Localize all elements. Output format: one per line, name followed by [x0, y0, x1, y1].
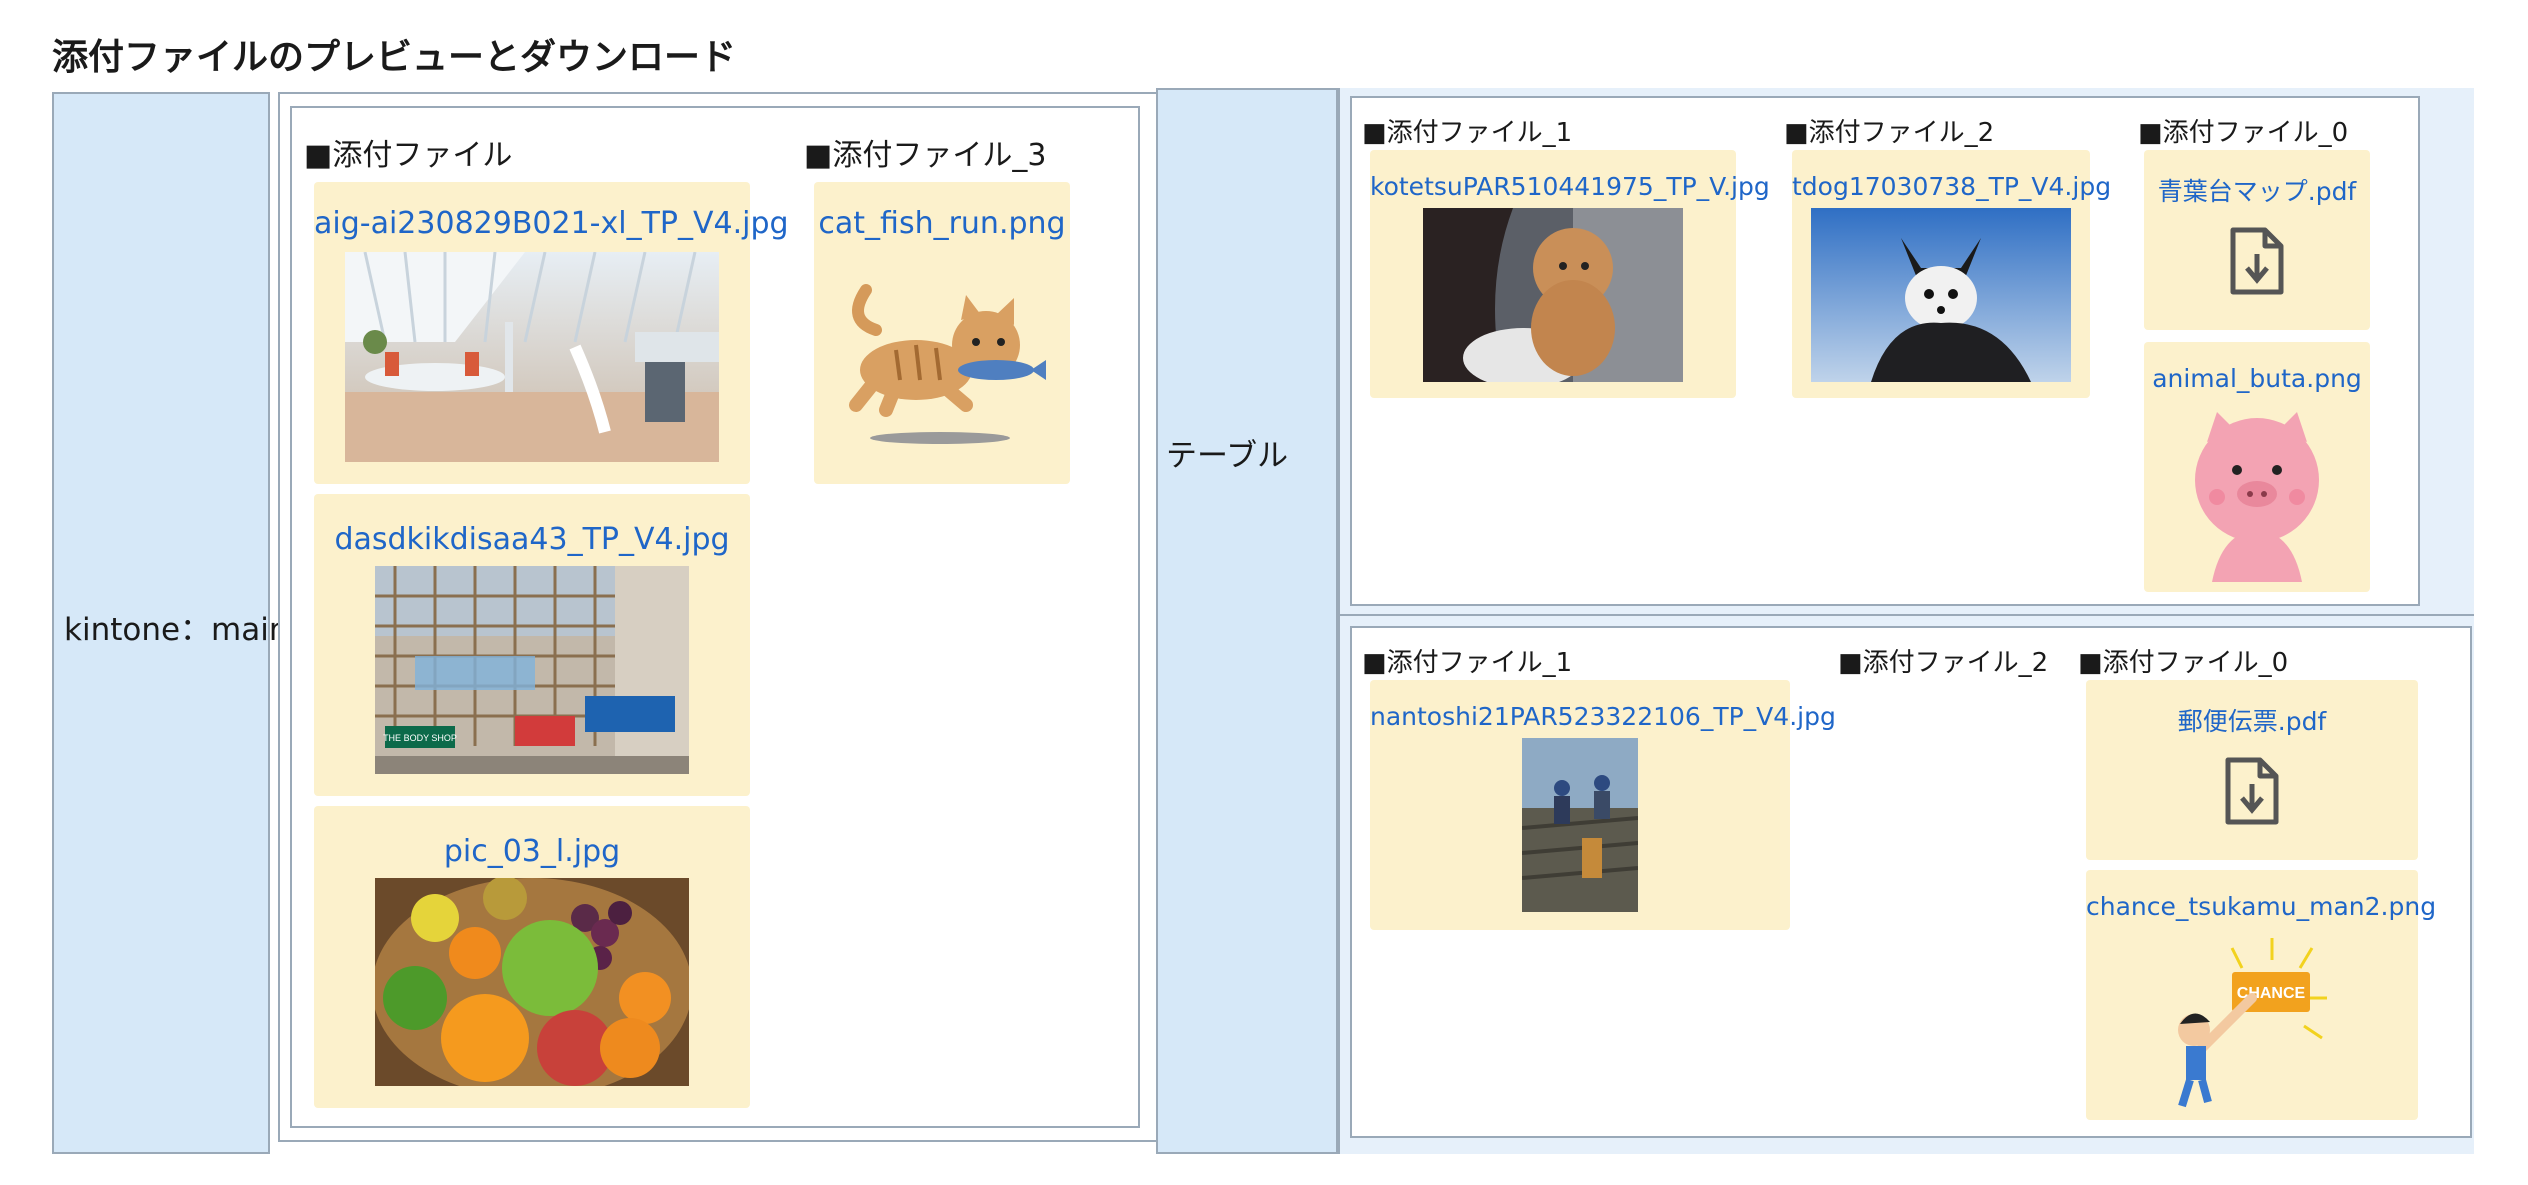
image-preview-roof[interactable] [1522, 738, 1638, 912]
attachment-card: tdog17030738_TP_V4.jpg [1792, 150, 2111, 398]
file-link[interactable]: chance_tsukamu_man2.png [2086, 892, 2436, 921]
download-file-icon[interactable] [2227, 226, 2287, 296]
image-preview-street[interactable]: THE BODY SHOP [375, 566, 689, 774]
image-preview-office[interactable] [345, 252, 719, 462]
table-field-label-2: ■添付ファイル_2 [1838, 648, 2049, 678]
file-link[interactable]: 青葉台マップ.pdf [2144, 172, 2370, 208]
attachment-card: kotetsuPAR510441975_TP_V.jpg [1370, 150, 1770, 398]
page-title: 添付ファイルのプレビューとダウンロード [52, 37, 737, 78]
download-file-icon[interactable] [2222, 756, 2282, 826]
main-label: kintone：main [64, 612, 289, 648]
attachment-card: aig-ai230829B021-xl_TP_V4.jpg [314, 182, 789, 484]
image-preview-poodle[interactable] [1423, 208, 1683, 382]
main-group: ■添付ファイル ■添付ファイル_3 aig-ai230829B021-xl_TP… [290, 106, 1140, 1128]
attachment-card: animal_buta.png [2144, 342, 2370, 592]
file-link[interactable]: dasdkikdisaa43_TP_V4.jpg [314, 522, 750, 557]
image-preview-chihuahua[interactable] [1811, 208, 2071, 382]
file-link[interactable]: 郵便伝票.pdf [2086, 702, 2418, 738]
file-link[interactable]: nantoshi21PAR523322106_TP_V4.jpg [1370, 702, 1836, 731]
table-field-label-0: ■添付ファイル_0 [2138, 118, 2349, 148]
attachment-card: cat_fish_run.png [814, 182, 1070, 484]
table-col-divider [1338, 88, 1340, 1154]
file-link[interactable]: animal_buta.png [2144, 364, 2370, 393]
image-preview-cat[interactable] [836, 270, 1048, 452]
table-field-label-0: ■添付ファイル_0 [2078, 648, 2289, 678]
attachment-card: dasdkikdisaa43_TP_V4.jpg THE BODY SHOP [314, 494, 750, 796]
file-link[interactable]: aig-ai230829B021-xl_TP_V4.jpg [314, 206, 789, 241]
image-preview-pig[interactable] [2182, 412, 2332, 582]
file-link[interactable]: tdog17030738_TP_V4.jpg [1792, 172, 2111, 201]
field-label-attachment-3: ■添付ファイル_3 [804, 138, 1047, 173]
attachment-card: 青葉台マップ.pdf [2144, 150, 2370, 330]
main-label-cell: kintone：main [52, 92, 289, 1154]
file-link[interactable]: kotetsuPAR510441975_TP_V.jpg [1370, 172, 1770, 201]
field-label-attachment: ■添付ファイル [304, 138, 513, 173]
attachment-card: pic_03_l.jpg [314, 806, 750, 1108]
shop-sign-text: THE BODY SHOP [383, 733, 457, 743]
attachment-card: chance_tsukamu_man2.png CHANCE [2086, 870, 2436, 1120]
file-link[interactable]: cat_fish_run.png [814, 206, 1070, 241]
table-field-label-1: ■添付ファイル_1 [1362, 118, 1573, 148]
table-field-label-2: ■添付ファイル_2 [1784, 118, 1995, 148]
table-row-2: ■添付ファイル_1 ■添付ファイル_2 ■添付ファイル_0 nantoshi21… [1350, 626, 2472, 1138]
table-row-divider [1338, 614, 2474, 616]
image-preview-fruit[interactable] [375, 878, 689, 1086]
image-preview-chance[interactable]: CHANCE [2172, 938, 2332, 1110]
table-label: テーブル [1166, 438, 1289, 474]
table-label-cell: テーブル [1156, 88, 1338, 1154]
attachment-card: 郵便伝票.pdf [2086, 680, 2418, 860]
file-link[interactable]: pic_03_l.jpg [314, 834, 750, 869]
table-field-label-1: ■添付ファイル_1 [1362, 648, 1573, 678]
attachment-card: nantoshi21PAR523322106_TP_V4.jpg [1370, 680, 1836, 930]
table-row-1: ■添付ファイル_1 ■添付ファイル_2 ■添付ファイル_0 kotetsuPAR… [1350, 96, 2420, 606]
